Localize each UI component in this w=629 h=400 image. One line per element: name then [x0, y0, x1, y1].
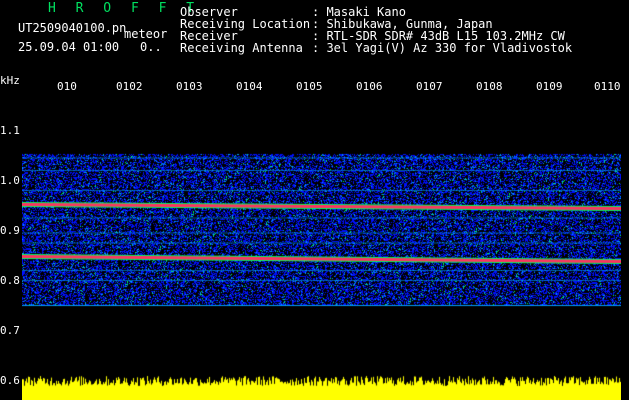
- x-tick-label: 0110: [594, 80, 621, 93]
- y-tick-label: 0.9: [0, 224, 20, 237]
- y-tick-label: 0.8: [0, 274, 20, 287]
- y-tick-label: 0.7: [0, 324, 20, 337]
- x-tick-label: 0109: [536, 80, 563, 93]
- x-tick-label: 0103: [176, 80, 203, 93]
- spectrogram: [22, 105, 621, 375]
- hrofft-logo: H R O F F T: [48, 1, 201, 16]
- axis-unit: kHz: [0, 74, 20, 87]
- y-tick-label: 1.1: [0, 124, 20, 137]
- datetime-tail: 0..: [140, 40, 162, 54]
- y-tick-label: 1.0: [0, 174, 20, 187]
- datetime: 25.09.04 01:00: [18, 40, 120, 54]
- antenna-value: : 3el Yagi(V) Az 330 for Vladivostok: [312, 41, 573, 55]
- x-tick-label: 0107: [416, 80, 443, 93]
- y-tick-label: 0.6: [0, 374, 20, 387]
- x-tick-label: 0105: [296, 80, 323, 93]
- x-tick-label: 010: [57, 80, 77, 93]
- antenna-label: Receiving Antenna: [180, 41, 303, 55]
- x-tick-label: 0104: [236, 80, 263, 93]
- file-name: UT2509040100.pn: [18, 21, 127, 35]
- file-tag: meteor: [124, 27, 168, 41]
- amplitude-bar: [22, 374, 621, 400]
- x-tick-label: 0108: [476, 80, 503, 93]
- x-tick-label: 0106: [356, 80, 383, 93]
- x-tick-label: 0102: [116, 80, 143, 93]
